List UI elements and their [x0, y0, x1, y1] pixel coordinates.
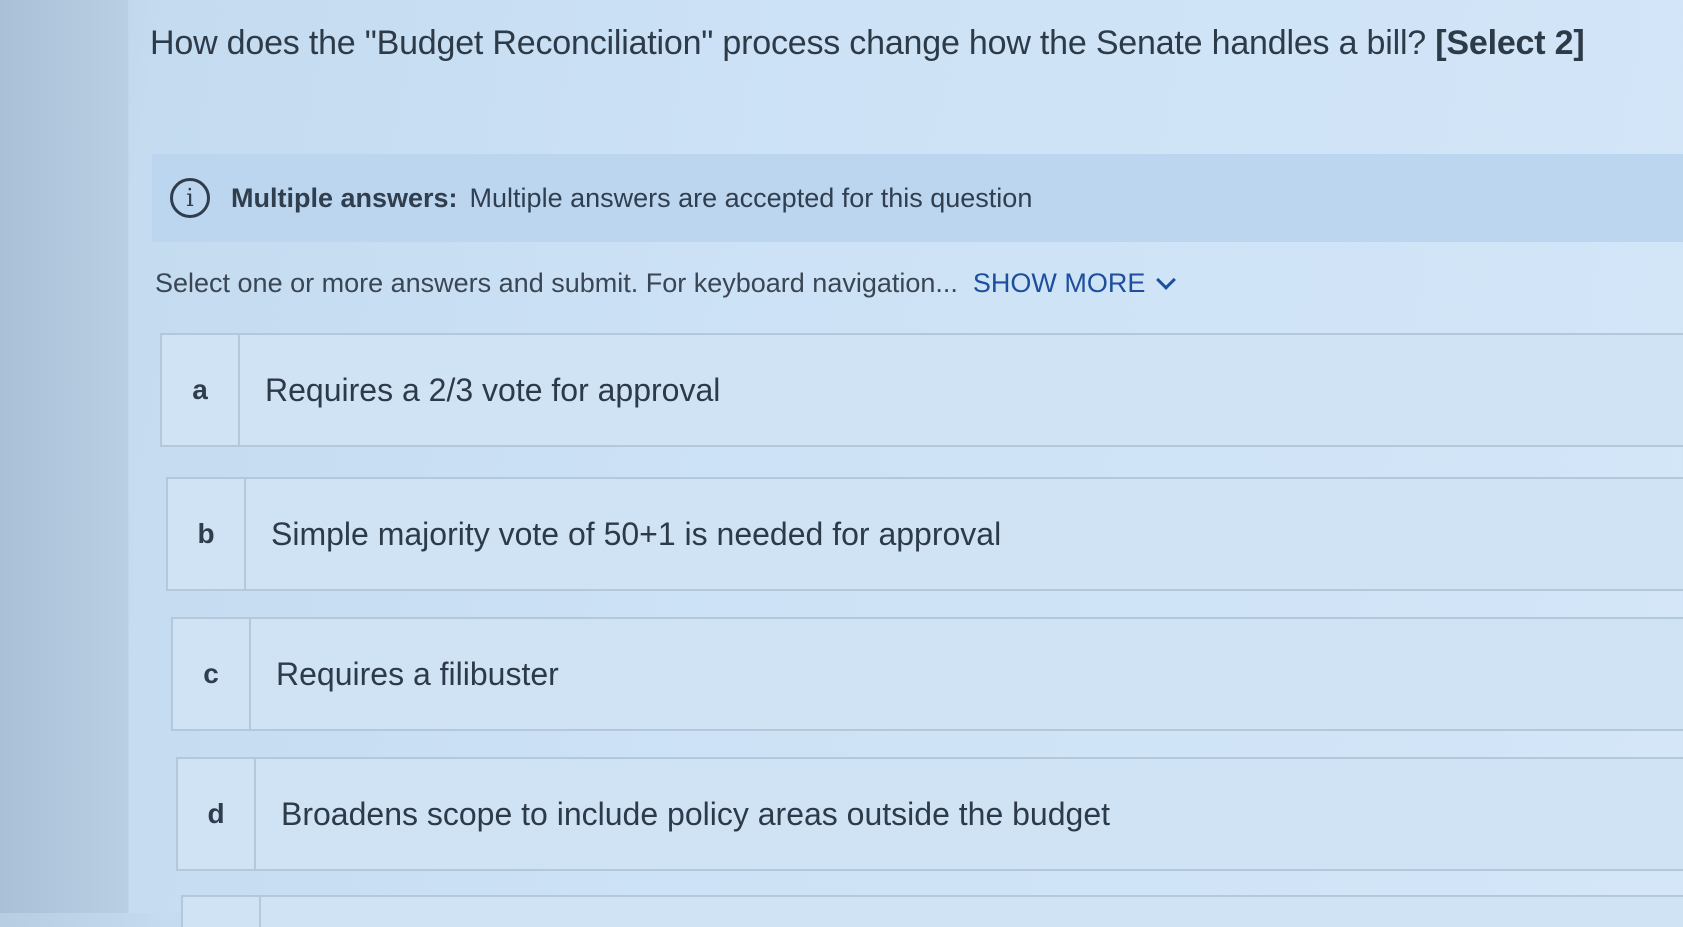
answer-option-b[interactable]: b Simple majority vote of 50+1 is needed…	[166, 477, 1683, 591]
show-more-label: SHOW MORE	[972, 268, 1146, 298]
question-title: How does the "Budget Reconciliation" pro…	[150, 24, 1585, 63]
option-divider	[259, 897, 261, 927]
option-text: Broadens scope to include policy areas o…	[281, 795, 1110, 832]
option-letter: c	[173, 619, 251, 729]
banner-title: Multiple answers:	[231, 182, 458, 213]
instructions-text: Select one or more answers and submit. F…	[155, 268, 958, 298]
option-letter: d	[178, 759, 256, 869]
option-letter: b	[168, 479, 246, 589]
option-text: Requires a filibuster	[276, 655, 559, 692]
chevron-down-icon	[1156, 269, 1177, 290]
option-text: Simple majority vote of 50+1 is needed f…	[271, 515, 1002, 552]
instructions: Select one or more answers and submit. F…	[155, 268, 1177, 299]
info-circle-icon: i	[170, 178, 210, 218]
option-text: Requires a 2/3 vote for approval	[265, 371, 721, 408]
banner-text: Multiple answers are accepted for this q…	[469, 182, 1033, 213]
answer-option-partial[interactable]	[181, 895, 1683, 927]
option-letter: a	[162, 335, 240, 445]
answer-option-c[interactable]: c Requires a filibuster	[171, 617, 1683, 731]
show-more-button[interactable]: SHOW MORE	[972, 268, 1177, 299]
left-margin-panel	[0, 0, 129, 913]
question-text: How does the "Budget Reconciliation" pro…	[150, 24, 1427, 62]
answer-option-a[interactable]: a Requires a 2/3 vote for approval	[160, 333, 1683, 447]
multiple-answers-banner: i Multiple answers: Multiple answers are…	[152, 154, 1683, 242]
select-count: [Select 2]	[1435, 24, 1585, 62]
answer-option-d[interactable]: d Broadens scope to include policy areas…	[176, 757, 1683, 871]
